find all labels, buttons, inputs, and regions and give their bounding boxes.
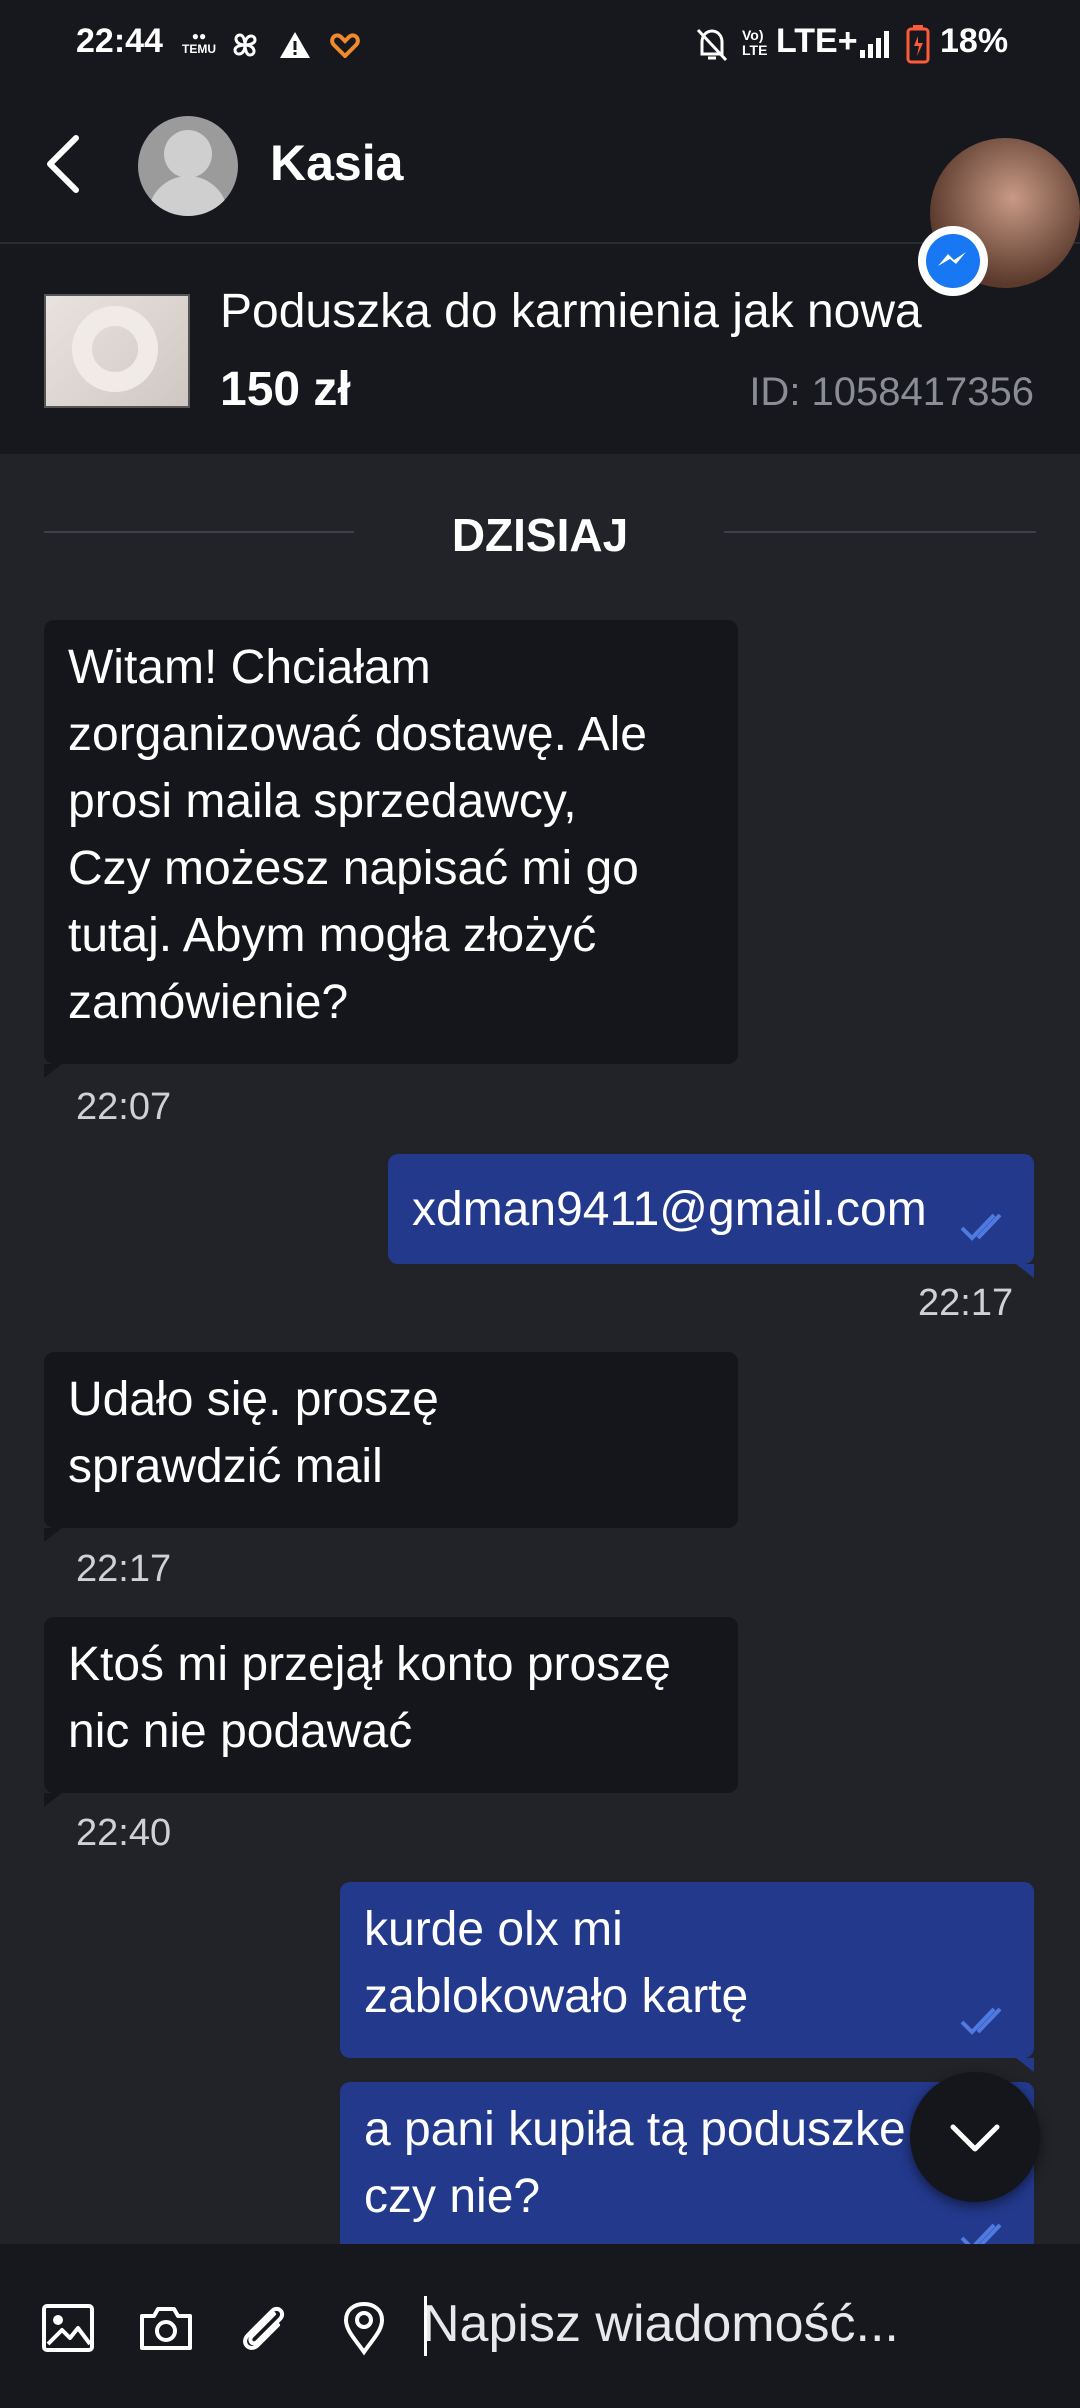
location-pin-icon[interactable] (336, 2300, 392, 2356)
camera-icon[interactable] (138, 2300, 194, 2356)
listing-id: ID: 1058417356 (749, 370, 1034, 414)
warning-icon (280, 32, 310, 58)
message-text: kurde olx mi (364, 1903, 623, 1956)
message-time: 22:17 (918, 1282, 1014, 1324)
avatar[interactable] (138, 116, 238, 216)
message-text: xdman9411@gmail.com (412, 1183, 927, 1236)
message-text: Czy możesz napisać mi go (68, 842, 639, 895)
text-caret (424, 2296, 427, 2356)
message-text: Ktoś mi przejął konto proszę (68, 1638, 671, 1691)
paperclip-icon[interactable] (236, 2300, 292, 2356)
messenger-icon[interactable] (918, 226, 988, 296)
heart-icon (330, 33, 360, 58)
listing-title[interactable]: Poduszka do karmienia jak nowa (220, 284, 922, 339)
read-receipt-icon (960, 2007, 1002, 2035)
signal-icon (860, 31, 889, 58)
chevron-down-icon (950, 2124, 1000, 2152)
listing-thumbnail[interactable] (44, 294, 190, 408)
network-type: LTE+ (776, 22, 858, 60)
battery-percent: 18% (940, 22, 1009, 60)
message-text: sprawdzić mail (68, 1440, 383, 1493)
message-text: nic nie podawać (68, 1705, 413, 1758)
message-time: 22:07 (76, 1086, 172, 1128)
temu-icon: ●● TEMU (182, 29, 216, 56)
image-icon[interactable] (40, 2300, 96, 2356)
message-text: prosi maila sprzedawcy, (68, 775, 577, 828)
contact-name[interactable]: Kasia (270, 134, 403, 192)
status-time: 22:44 (76, 22, 163, 60)
chevron-left-icon[interactable] (42, 134, 86, 194)
message-outgoing[interactable]: xdman9411@gmail.com (388, 1154, 1034, 1278)
message-time: 22:40 (76, 1812, 172, 1854)
message-text: zorganizować dostawę. Ale (68, 708, 647, 761)
message-text: zablokowało kartę (364, 1970, 749, 2023)
message-text: Witam! Chciałam (68, 641, 431, 694)
read-receipt-icon (960, 1213, 1002, 1241)
message-incoming[interactable]: Udało się. proszę sprawdzić mail (44, 1352, 738, 1542)
message-input[interactable]: Napisz wiadomość... (422, 2294, 899, 2354)
date-separator: DZISIAJ (451, 509, 629, 561)
battery-icon (906, 25, 930, 64)
message-incoming[interactable]: Ktoś mi przejął konto proszę nic nie pod… (44, 1617, 738, 1807)
pinwheel-icon (233, 33, 257, 57)
message-text: Udało się. proszę (68, 1373, 439, 1426)
message-text: zamówienie? (68, 976, 349, 1029)
temu-label: TEMU (182, 42, 216, 56)
message-text: tutaj. Abym mogła złożyć (68, 909, 597, 962)
message-time: 22:17 (76, 1548, 172, 1590)
scroll-to-bottom-button[interactable] (910, 2072, 1040, 2202)
listing-price: 150 zł (220, 363, 351, 416)
bell-off-icon (696, 28, 728, 62)
message-incoming[interactable]: Witam! Chciałam zorganizować dostawę. Al… (44, 620, 738, 1078)
volte-icon: Vo) LTE (742, 27, 768, 58)
message-outgoing[interactable]: kurde olx mi zablokowało kartę (340, 1882, 1034, 2072)
